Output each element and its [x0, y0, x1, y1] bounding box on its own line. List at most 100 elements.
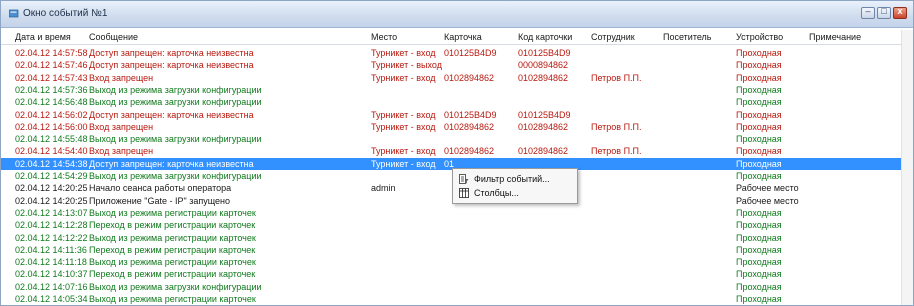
table-row[interactable]: 02.04.12 14:20:25 Начало сеанса работы оп…	[1, 182, 901, 194]
cell-card-code: 0000894862	[518, 60, 569, 71]
cell-device: Проходная	[736, 281, 782, 292]
cell-datetime: 02.04.12 14:11:18	[15, 257, 87, 268]
table-row[interactable]: 02.04.12 14:54:38 Доступ запрещен: карточ…	[1, 157, 901, 170]
cell-device: Рабочее место	[736, 183, 799, 194]
cell-device: Проходная	[736, 60, 782, 71]
table-row[interactable]: 02.04.12 14:20:25 Приложение "Gate - IP" …	[1, 195, 901, 207]
cell-message: Вход запрещен	[89, 72, 154, 83]
cell-datetime: 02.04.12 14:11:36	[15, 244, 87, 255]
cell-message: Выход из режима загрузки конфигурации	[89, 171, 262, 181]
cell-message: Доступ запрещен: карточка неизвестна	[89, 48, 254, 58]
cell-employee: Петров П.П.	[591, 121, 642, 132]
cell-card: 010125B4D9	[444, 109, 497, 120]
cell-card-code: 0102894862	[518, 146, 569, 157]
cell-device: Проходная	[736, 146, 782, 157]
cell-datetime: 02.04.12 14:57:36	[15, 84, 88, 95]
column-header-message[interactable]: Сообщение	[89, 32, 138, 42]
column-header-device[interactable]: Устройство	[736, 32, 783, 42]
cell-datetime: 02.04.12 14:20:25	[15, 195, 88, 206]
cell-place: Турникет - вход	[371, 146, 436, 157]
table-row[interactable]: 02.04.12 14:54:40 Вход запрещен Турникет -…	[1, 145, 901, 157]
restore-icon: □	[881, 6, 887, 16]
cell-device: Проходная	[736, 257, 782, 268]
table-row[interactable]: 02.04.12 14:56:48 Выход из режима загрузк…	[1, 96, 901, 108]
events-window: Окно событий №1 – □ x Дата и время Сообщ…	[0, 0, 914, 306]
columns-icon	[459, 188, 469, 198]
cell-datetime: 02.04.12 14:56:02	[15, 109, 88, 120]
cell-message: Переход в режим регистрации карточек	[89, 244, 256, 255]
column-header-datetime[interactable]: Дата и время	[15, 32, 71, 42]
cell-datetime: 02.04.12 14:54:38	[15, 158, 88, 169]
cell-place: Турникет - выход	[371, 60, 442, 71]
menu-item-filter[interactable]: Фильтр событий...	[455, 172, 575, 186]
cell-message: Выход из режима загрузки конфигурации	[89, 97, 262, 108]
cell-card: 0102894862	[444, 146, 495, 157]
cell-device: Проходная	[736, 134, 782, 145]
table-row[interactable]: 02.04.12 14:12:28 Переход в режим регистр…	[1, 219, 901, 231]
table-row[interactable]: 02.04.12 14:57:58 Доступ запрещен: карточ…	[1, 47, 901, 59]
table-row[interactable]: 02.04.12 14:57:43 Вход запрещен Турникет -…	[1, 72, 901, 84]
cell-datetime: 02.04.12 14:57:58	[15, 48, 88, 58]
cell-message: Выход из режима загрузки конфигурации	[89, 281, 262, 292]
cell-device: Проходная	[736, 97, 782, 108]
cell-place: Турникет - вход	[371, 158, 436, 169]
close-button[interactable]: x	[893, 6, 907, 19]
close-icon: x	[897, 6, 903, 16]
table-row[interactable]: 02.04.12 14:57:46 Доступ запрещен: карточ…	[1, 59, 901, 71]
window-app-icon	[9, 9, 19, 18]
cell-place: Турникет - вход	[371, 121, 436, 132]
table-row[interactable]: 02.04.12 14:12:22 Выход из режима регистр…	[1, 232, 901, 244]
column-header-card-code[interactable]: Код карточки	[518, 32, 572, 42]
cell-datetime: 02.04.12 14:05:34	[15, 294, 88, 304]
table-row[interactable]: 02.04.12 14:11:18 Выход из режима регистр…	[1, 256, 901, 268]
cell-message: Вход запрещен	[89, 146, 154, 157]
cell-datetime: 02.04.12 14:13:07	[15, 207, 88, 218]
menu-item-columns[interactable]: Столбцы...	[455, 186, 575, 200]
cell-employee: Петров П.П.	[591, 146, 642, 157]
table-row[interactable]: 02.04.12 14:05:34 Выход из режима регистр…	[1, 293, 901, 305]
cell-message: Выход из режима регистрации карточек	[89, 207, 256, 218]
filter-icon	[459, 174, 469, 184]
cell-message: Переход в режим регистрации карточек	[89, 269, 256, 280]
cell-card-code: 0102894862	[518, 72, 569, 83]
cell-device: Проходная	[736, 269, 782, 280]
column-header-employee[interactable]: Сотрудник	[591, 32, 635, 42]
column-header-card[interactable]: Карточка	[444, 32, 482, 42]
table-row[interactable]: 02.04.12 14:56:02 Доступ запрещен: карточ…	[1, 109, 901, 121]
window-title: Окно событий №1	[23, 8, 108, 19]
cell-datetime: 02.04.12 14:54:40	[15, 146, 88, 157]
cell-place: Турникет - вход	[371, 48, 436, 58]
table-row[interactable]: 02.04.12 14:57:36 Выход из режима загрузк…	[1, 84, 901, 96]
cell-device: Проходная	[736, 121, 782, 132]
minimize-button[interactable]: –	[861, 6, 875, 19]
cell-device: Проходная	[736, 207, 782, 218]
cell-device: Проходная	[736, 48, 782, 58]
cell-datetime: 02.04.12 14:20:25	[15, 183, 88, 194]
column-header-note[interactable]: Примечание	[809, 32, 861, 42]
table-row[interactable]: 02.04.12 14:11:36 Переход в режим регистр…	[1, 244, 901, 256]
vertical-scrollbar[interactable]	[901, 30, 913, 305]
cell-message: Начало сеанса работы оператора	[89, 183, 232, 194]
table-row[interactable]: 02.04.12 14:10:37 Переход в режим регистр…	[1, 268, 901, 280]
table-row[interactable]: 02.04.12 14:54:29 Выход из режима загрузк…	[1, 170, 901, 182]
column-header-place[interactable]: Место	[371, 32, 397, 42]
cell-device: Рабочее место	[736, 195, 799, 206]
cell-employee: Петров П.П.	[591, 72, 642, 83]
cell-message: Доступ запрещен: карточка неизвестна	[89, 158, 254, 169]
cell-device: Проходная	[736, 244, 782, 255]
table-row[interactable]: 02.04.12 14:13:07 Выход из режима регистр…	[1, 207, 901, 219]
cell-datetime: 02.04.12 14:12:28	[15, 220, 88, 231]
minimize-icon: –	[865, 6, 871, 16]
table-row[interactable]: 02.04.12 14:55:48 Выход из режима загрузк…	[1, 133, 901, 145]
cell-device: Проходная	[736, 294, 782, 304]
cell-place: Турникет - вход	[371, 109, 436, 120]
table-row[interactable]: 02.04.12 14:07:16 Выход из режима загрузк…	[1, 281, 901, 293]
cell-card-code: 010125B4D9	[518, 109, 571, 120]
column-header-visitor[interactable]: Посетитель	[663, 32, 712, 42]
cell-datetime: 02.04.12 14:55:48	[15, 134, 88, 145]
restore-button[interactable]: □	[877, 6, 891, 19]
cell-datetime: 02.04.12 14:54:29	[15, 171, 88, 181]
title-bar[interactable]: Окно событий №1 – □ x	[1, 1, 913, 28]
table-row[interactable]: 02.04.12 14:56:00 Вход запрещен Турникет -…	[1, 121, 901, 133]
cell-card-code: 010125B4D9	[518, 48, 571, 58]
